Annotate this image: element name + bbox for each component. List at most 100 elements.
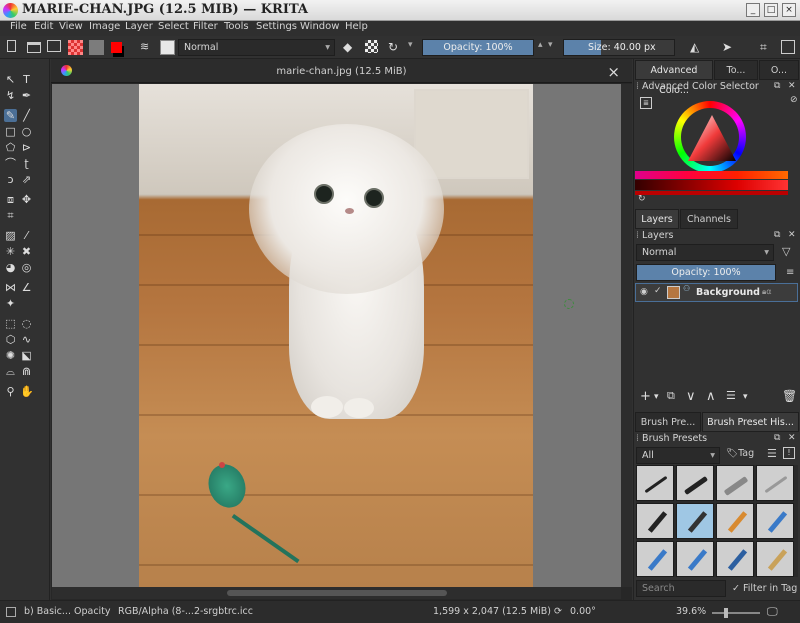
brush-preset[interactable] <box>716 465 754 501</box>
chevron-down-icon[interactable]: ▾ <box>654 392 659 402</box>
shade-slider-bar[interactable] <box>635 180 788 190</box>
layer-lock-icon[interactable]: 🔒︎⍺ <box>762 287 772 297</box>
brush-filter-dropdown[interactable]: All ▾ <box>636 447 720 464</box>
tab-brush-presets[interactable]: Brush Pre... <box>635 412 701 432</box>
delete-layer-icon[interactable]: 🗑︎ <box>782 389 797 403</box>
tab-channels[interactable]: Channels <box>680 209 738 229</box>
brush-preset[interactable] <box>676 465 714 501</box>
view-mode-icon[interactable]: ☰ <box>767 447 777 460</box>
close-icon[interactable]: × <box>607 63 620 81</box>
zoom-slider[interactable] <box>712 612 760 614</box>
brush-preset[interactable] <box>756 541 794 577</box>
duplicate-layer-icon[interactable]: ⧉ <box>667 389 675 403</box>
float-panel-icon[interactable]: ⧉ <box>774 230 780 240</box>
refresh-icon[interactable]: ↻ <box>638 194 646 204</box>
menu-window[interactable]: Window <box>300 21 339 32</box>
menu-file[interactable]: File <box>10 21 27 32</box>
rectangle-tool-icon[interactable]: □ <box>4 125 17 138</box>
zoom-tool-icon[interactable]: ⚲ <box>4 385 17 398</box>
crop-icon[interactable]: ⌗ <box>760 40 774 54</box>
menu-image[interactable]: Image <box>89 21 120 32</box>
tag-button[interactable]: 🏷︎Tag <box>726 448 754 459</box>
fill-tool-icon[interactable]: ◕ <box>4 261 17 274</box>
magnetic-select-tool-icon[interactable]: ⋒ <box>20 365 33 378</box>
float-panel-icon[interactable]: ⧉ <box>774 81 780 91</box>
polyline-tool-icon[interactable]: ⊳ <box>20 141 33 154</box>
transform-tool-icon[interactable]: ⧈ <box>4 193 17 206</box>
brush-preset[interactable] <box>636 541 674 577</box>
rect-select-tool-icon[interactable]: ⬚ <box>4 317 17 330</box>
shade-slider-bar-2[interactable] <box>635 191 788 195</box>
canvas[interactable] <box>52 84 621 587</box>
menu-tools[interactable]: Tools <box>224 21 249 32</box>
chevron-down-icon[interactable]: ▾ <box>743 392 748 402</box>
float-panel-icon[interactable]: ⧉ <box>774 433 780 443</box>
similar-select-tool-icon[interactable]: ⬕ <box>20 349 33 362</box>
zoom-slider-handle[interactable] <box>724 608 728 618</box>
edit-shapes-tool-icon[interactable]: ↯ <box>4 89 17 102</box>
freehand-path-tool-icon[interactable]: ʈ <box>20 157 33 170</box>
enclose-fill-tool-icon[interactable]: ◎ <box>20 261 33 274</box>
save-icon[interactable] <box>47 40 61 52</box>
layer-blend-dropdown[interactable]: Normal ▾ <box>636 244 774 261</box>
brush-preset[interactable] <box>756 503 794 539</box>
close-panel-icon[interactable]: ✕ <box>788 433 796 443</box>
canvas-only-icon[interactable]: 🖵︎ <box>767 605 778 619</box>
brush-preset-selected[interactable] <box>676 503 714 539</box>
ellipse-select-tool-icon[interactable]: ◌ <box>20 317 33 330</box>
chevron-down-icon[interactable]: ▾ <box>548 40 562 54</box>
contiguous-select-tool-icon[interactable]: ✺ <box>4 349 17 362</box>
rotation-icon[interactable]: ⟳ <box>554 606 562 617</box>
pattern-preset-icon[interactable] <box>89 40 104 55</box>
tab-layers[interactable]: Layers <box>635 209 679 229</box>
move-up-icon[interactable]: ∧ <box>706 389 716 404</box>
colorize-mask-tool-icon[interactable]: ✖ <box>20 245 33 258</box>
brush-preset[interactable] <box>716 541 754 577</box>
measure-tool-icon[interactable]: ∠ <box>20 281 33 294</box>
document-tab[interactable]: marie-chan.jpg (12.5 MiB) × <box>51 59 632 83</box>
filter-in-tag-checkbox[interactable]: ✓ Filter in Tag <box>732 583 797 594</box>
mirror-vertical-icon[interactable]: ➤ <box>722 40 736 54</box>
close-panel-icon[interactable]: ✕ <box>788 230 796 240</box>
brush-settings-icon[interactable]: ≋ <box>140 40 154 54</box>
size-slider[interactable]: Size: 40.00 px <box>563 39 675 56</box>
minimize-button[interactable]: _ <box>746 3 760 17</box>
close-window-button[interactable]: × <box>782 3 796 17</box>
color-picker-tool-icon[interactable]: ⁄ <box>20 229 33 242</box>
menu-layer[interactable]: Layer <box>125 21 153 32</box>
freehand-brush-tool-icon[interactable]: ✎ <box>4 109 17 122</box>
gradient-preset-icon[interactable] <box>68 40 83 55</box>
mirror-horizontal-icon[interactable]: ◭ <box>690 40 704 54</box>
chevron-down-icon[interactable]: ▾ <box>408 40 422 54</box>
brush-preset[interactable] <box>756 465 794 501</box>
menu-edit[interactable]: Edit <box>34 21 53 32</box>
pan-tool-icon[interactable]: ✋ <box>20 385 34 398</box>
menu-filter[interactable]: Filter <box>193 21 218 32</box>
smart-patch-tool-icon[interactable]: ✳ <box>4 245 17 258</box>
brush-preset-icon[interactable] <box>160 40 175 55</box>
crop-tool-icon[interactable]: ⌗ <box>4 209 17 222</box>
layer-opacity-slider[interactable]: Opacity: 100% <box>636 264 776 281</box>
menu-help[interactable]: Help <box>345 21 368 32</box>
status-colorspace[interactable]: RGB/Alpha (8-...2-srgbtrc.icc <box>118 606 253 617</box>
layer-options-icon[interactable]: ≡ <box>786 267 794 278</box>
layer-checkbox-icon[interactable]: ✓ <box>654 286 662 296</box>
calligraphy-tool-icon[interactable]: ✒ <box>20 89 33 102</box>
menu-view[interactable]: View <box>59 21 83 32</box>
freehand-select-tool-icon[interactable]: ∿ <box>20 333 33 346</box>
open-folder-icon[interactable] <box>27 42 41 53</box>
workspace-icon[interactable] <box>781 40 795 54</box>
add-layer-icon[interactable]: + <box>640 389 651 404</box>
foreground-color-swatch[interactable] <box>111 42 122 53</box>
color-options-icon[interactable]: ⊘ <box>790 95 798 105</box>
text-tool-icon[interactable]: T <box>20 73 33 86</box>
color-settings-icon[interactable]: ≣ <box>640 97 652 109</box>
horizontal-scrollbar[interactable] <box>52 587 621 599</box>
blend-mode-dropdown[interactable]: Normal ▾ <box>178 39 335 56</box>
brush-preset[interactable] <box>716 503 754 539</box>
brush-search-input[interactable]: Search <box>636 580 726 597</box>
menu-settings[interactable]: Settings <box>256 21 297 32</box>
multibrush-tool-icon[interactable]: ⇗ <box>20 173 33 186</box>
tab-brush-preset-history[interactable]: Brush Preset His... <box>702 412 799 432</box>
vertical-scrollbar[interactable] <box>621 84 632 587</box>
